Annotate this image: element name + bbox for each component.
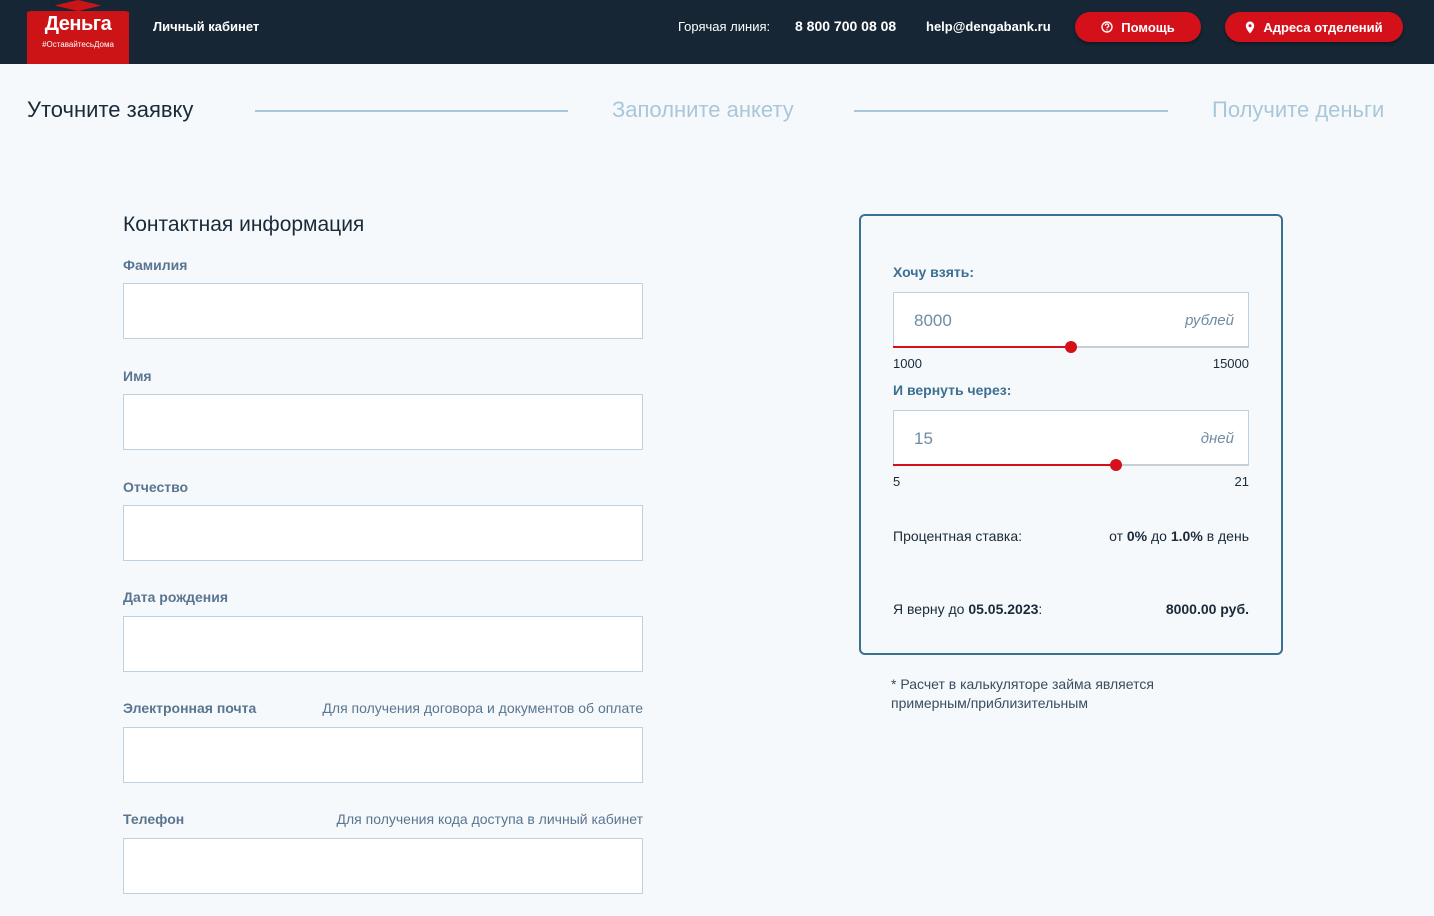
email-hint: Для получения договора и документов об о… [322, 700, 643, 716]
birth-date-input[interactable] [123, 616, 643, 672]
calculator-disclaimer: * Расчет в калькуляторе займа является п… [891, 676, 1154, 711]
first-name-input[interactable] [123, 394, 643, 450]
email-input[interactable] [123, 727, 643, 783]
term-min: 5 [893, 474, 901, 489]
interest-rate-label: Процентная ставка: [893, 528, 1023, 544]
branch-addresses-label: Адреса отделений [1263, 19, 1383, 35]
term-slider[interactable] [893, 459, 1249, 471]
return-date: 05.05.2023 [968, 601, 1039, 617]
birth-date-label: Дата рождения [123, 589, 229, 605]
help-button[interactable]: Помощь [1075, 12, 1201, 42]
rate-to: 1.0% [1170, 528, 1203, 544]
rate-mid: до [1151, 528, 1167, 544]
amount-input[interactable]: 8000 рублей [893, 292, 1249, 348]
loan-calculator: Хочу взять: 8000 рублей 1000 15000 И вер… [859, 214, 1283, 655]
hotline-phone-link[interactable]: 8 800 700 08 08 [795, 18, 896, 34]
help-button-label: Помощь [1121, 19, 1175, 35]
step-get-money: Получите деньги [1212, 97, 1385, 122]
return-prefix: Я верну до [893, 601, 965, 617]
term-label: И вернуть через: [893, 382, 1012, 398]
step-divider [255, 110, 568, 112]
amount-slider-thumb[interactable] [1065, 341, 1077, 353]
logo[interactable]: Деньга #ОставайтесьДома [27, 0, 129, 64]
term-value: 15 [914, 429, 933, 448]
question-circle-icon [1101, 21, 1113, 33]
term-max: 21 [1234, 474, 1249, 489]
amount-unit: рублей [1185, 312, 1234, 329]
hotline-label: Горячая линия: [678, 19, 771, 34]
contact-info-title: Контактная информация [123, 213, 365, 236]
surname-input[interactable] [123, 283, 643, 339]
rate-from: 0% [1126, 528, 1148, 544]
branch-addresses-button[interactable]: Адреса отделений [1225, 12, 1403, 42]
surname-label: Фамилия [123, 257, 188, 273]
term-slider-fill [893, 464, 1116, 466]
first-name-label: Имя [123, 368, 152, 384]
amount-slider[interactable] [893, 341, 1249, 353]
phone-input[interactable] [123, 838, 643, 894]
logo-subtitle: #ОставайтесьДома [42, 40, 114, 49]
rate-prefix: от [1109, 528, 1123, 544]
amount-min: 1000 [893, 356, 922, 371]
support-email-link[interactable]: help@dengabank.ru [926, 19, 1051, 34]
header: Деньга #ОставайтесьДома Личный кабинет Г… [0, 0, 1434, 64]
amount-max: 15000 [1212, 356, 1249, 371]
logo-roof-icon [27, 0, 129, 12]
phone-hint: Для получения кода доступа в личный каби… [336, 811, 643, 827]
personal-cabinet-link[interactable]: Личный кабинет [153, 19, 259, 34]
step-fill-form: Заполните анкету [612, 97, 794, 122]
return-colon: : [1038, 601, 1043, 617]
term-slider-thumb[interactable] [1109, 459, 1122, 471]
amount-slider-fill [893, 346, 1071, 348]
interest-rate-value: от 0% до 1.0% в день [1109, 528, 1249, 544]
step-divider [854, 110, 1168, 112]
return-date-label: Я верну до 05.05.2023: [893, 601, 1042, 617]
phone-label: Телефон [123, 811, 185, 827]
patronymic-label: Отчество [123, 479, 189, 495]
logo-text: Деньга [44, 13, 112, 35]
step-clarify-request: Уточните заявку [27, 97, 194, 122]
map-pin-icon [1245, 21, 1255, 34]
email-label: Электронная почта [123, 700, 257, 716]
term-unit: дней [1200, 430, 1234, 447]
rate-suffix: в день [1206, 528, 1249, 544]
patronymic-input[interactable] [123, 505, 643, 561]
return-sum: 8000.00 руб. [1165, 601, 1249, 617]
amount-label: Хочу взять: [893, 264, 975, 280]
term-input[interactable]: 15 дней [893, 410, 1249, 466]
amount-value: 8000 [914, 311, 952, 330]
